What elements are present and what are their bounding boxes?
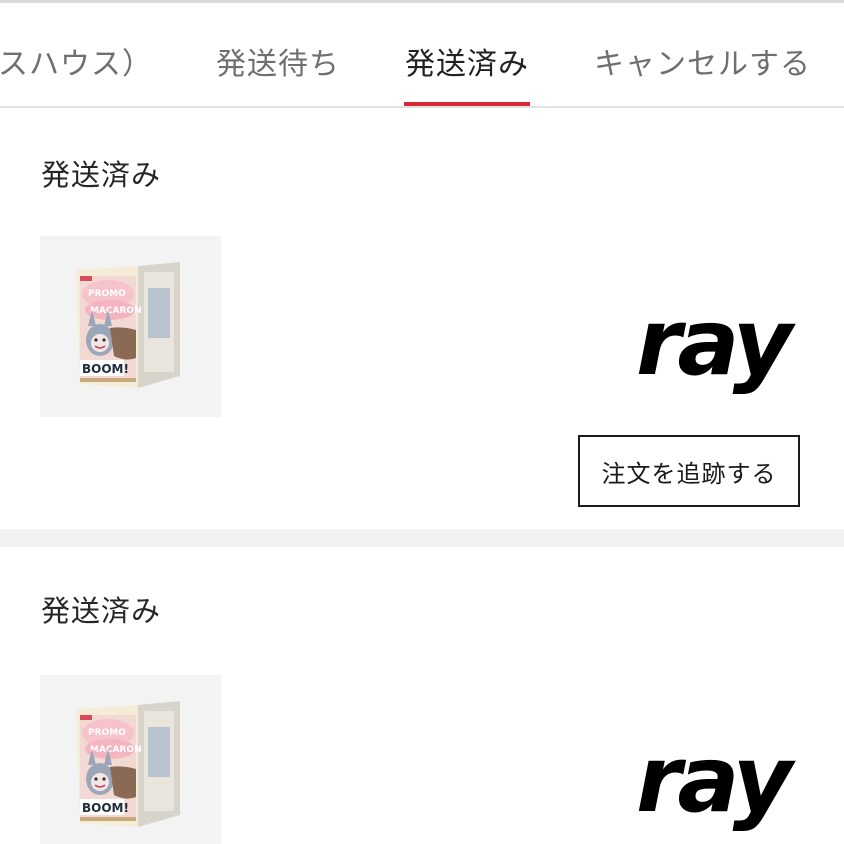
order-card: 発送済み PROMO MACARON (0, 108, 844, 529)
svg-text:PROMO: PROMO (88, 728, 126, 738)
svg-text:ray: ray (636, 726, 797, 833)
ray-brand-logo: ray (636, 289, 801, 396)
labubu-blind-box-image: PROMO MACARON BOOM! (76, 701, 180, 827)
labubu-blind-box-image: PROMO MACARON BOOM! (76, 262, 180, 388)
product-thumbnail[interactable]: PROMO MACARON BOOM! (40, 236, 221, 417)
svg-text:MACARON: MACARON (90, 306, 142, 316)
order-list-page: スハウス） 発送待ち 発送済み キャンセルする 発送済み PROMO MACAR… (0, 0, 844, 844)
order-status-label: 発送済み (41, 158, 162, 192)
product-thumbnail[interactable]: PROMO MACARON BOOM! (40, 675, 221, 844)
svg-text:BOOM!: BOOM! (82, 362, 129, 376)
svg-text:ray: ray (636, 289, 797, 396)
tab-awaiting-shipment[interactable]: 発送待ち (216, 43, 340, 93)
order-status-tabbar: スハウス） 発送待ち 発送済み キャンセルする (0, 3, 844, 108)
svg-text:BOOM!: BOOM! (82, 801, 129, 815)
order-card: 発送済み PROMO MACARON (0, 547, 844, 844)
order-status-label: 発送済み (41, 594, 162, 628)
tab-previous-partial[interactable]: スハウス） (0, 43, 153, 93)
tab-shipped[interactable]: 発送済み (405, 43, 529, 93)
ray-brand-logo: ray (636, 726, 801, 833)
svg-text:PROMO: PROMO (88, 289, 126, 299)
tab-cancel[interactable]: キャンセルする (594, 43, 811, 93)
track-order-button[interactable]: 注文を追跡する (578, 435, 800, 507)
active-tab-indicator (404, 102, 530, 106)
svg-text:MACARON: MACARON (90, 745, 142, 755)
order-separator (0, 529, 844, 547)
